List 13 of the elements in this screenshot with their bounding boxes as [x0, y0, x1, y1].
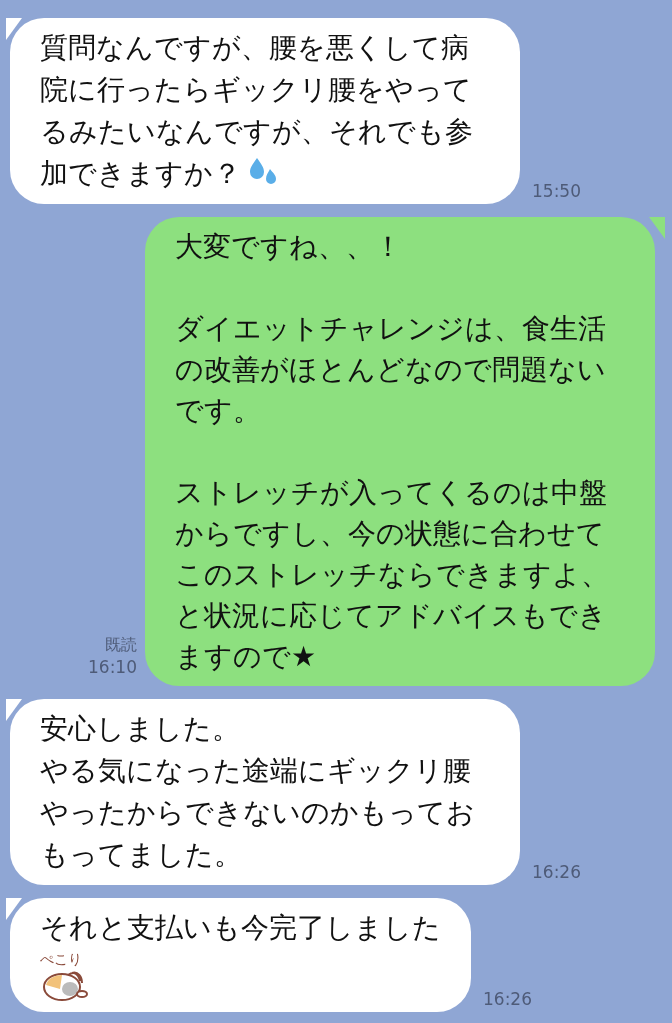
sticker-caption: ぺこり [40, 951, 82, 967]
timestamp: 16:10 [88, 656, 137, 678]
message-text: ストレッチが入ってくるのは中盤からですし、今の状態に合わせてこのストレッチならできますよ、と状況に応じてアドバイスもできますので★ [175, 476, 609, 673]
message-text: それと支払いも今完了しました [40, 911, 441, 944]
message-text: 安心しました。 [40, 712, 240, 745]
timestamp: 15:50 [532, 180, 581, 202]
message-text: やる気になった途端にギックリ腰やったからできないのかもっておもってました。 [40, 754, 475, 871]
read-receipt: 既読 [105, 634, 137, 656]
message-text: 大変ですね、、！ [175, 230, 402, 263]
message-text: 質問なんですが、腰を悪くして病院に行ったらギックリ腰をやってるみたいなんですが、それでも参加できますか？ [40, 31, 473, 190]
message-text: ダイエットチャレンジは、食生活の改善がほとんどなので問題ないです。 [175, 312, 606, 427]
timestamp: 16:26 [532, 861, 581, 883]
timestamp: 16:26 [483, 988, 532, 1010]
